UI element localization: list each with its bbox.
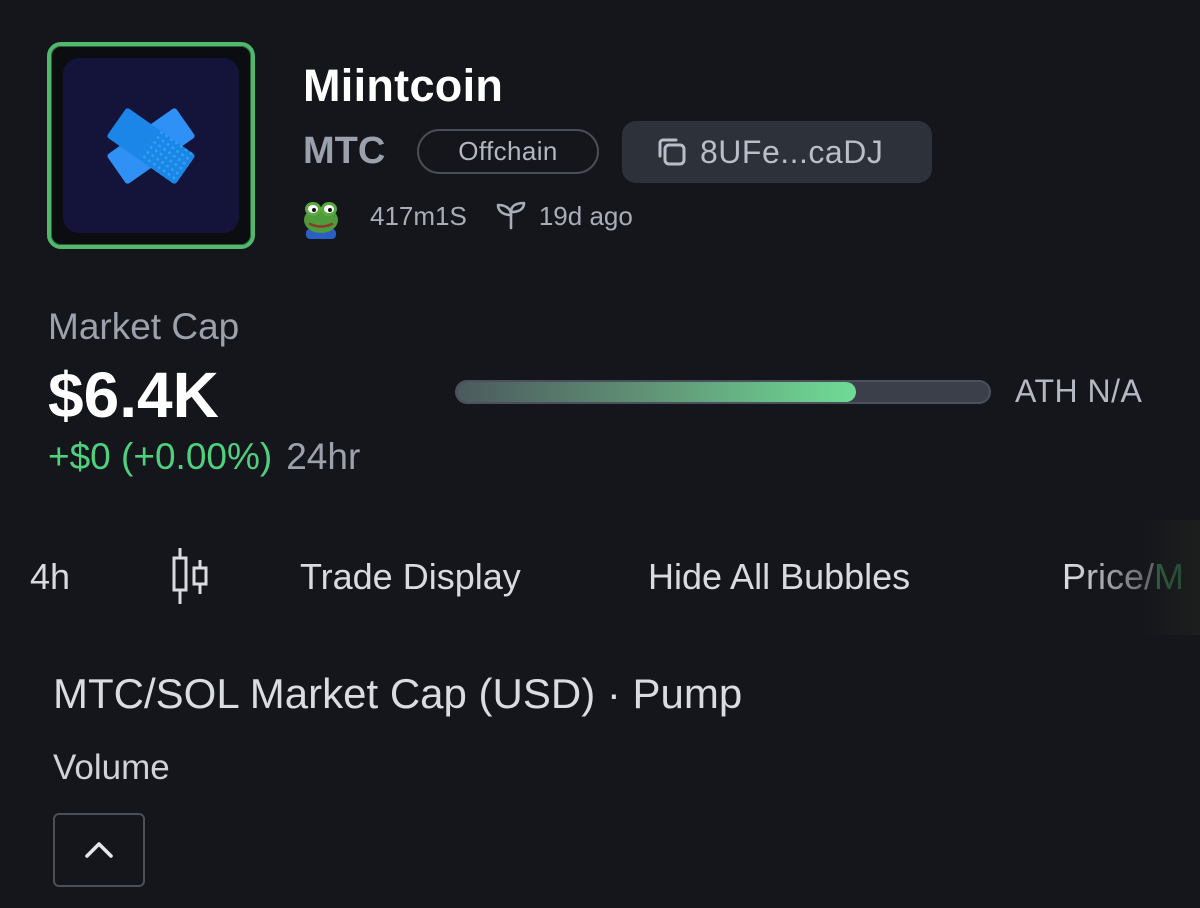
- chevron-up-icon: [85, 842, 113, 858]
- copy-icon: [654, 134, 690, 170]
- market-cap-period: 24hr: [286, 436, 361, 477]
- offchain-badge: Offchain: [417, 129, 599, 174]
- token-symbol: MTC: [303, 130, 386, 172]
- ath-label: ATH N/A: [1015, 373, 1143, 409]
- token-name: Miintcoin: [303, 60, 504, 111]
- sprout-icon: [495, 200, 527, 232]
- candlestick-button[interactable]: [168, 546, 212, 606]
- token-age: 19d ago: [538, 200, 633, 231]
- market-cap-label: Market Cap: [48, 306, 240, 347]
- price-mcap-toggle[interactable]: Price/M: [1062, 556, 1184, 598]
- collapse-volume-button[interactable]: [53, 813, 145, 887]
- price-toggle-suffix: M: [1154, 556, 1185, 597]
- token-address: 8UFe...caDJ: [700, 133, 884, 170]
- chart-toolbar: 4h Trade Display Hide All Bubbles Price/…: [0, 520, 1200, 635]
- ath-progress-bar: [455, 380, 991, 404]
- token-logo-image: [63, 58, 239, 233]
- volume-label: Volume: [53, 748, 170, 787]
- market-cap-value: $6.4K: [48, 359, 219, 431]
- chart-title: MTC/SOL Market Cap (USD) · Pump: [53, 670, 743, 717]
- candlestick-icon: [172, 548, 208, 604]
- creator-avatar[interactable]: [300, 193, 342, 239]
- interval-selector[interactable]: 4h: [30, 556, 70, 598]
- token-logo: [47, 42, 255, 249]
- price-toggle-prefix: Price/: [1062, 556, 1155, 597]
- creator-name[interactable]: 417m1S: [370, 201, 467, 232]
- copy-address-button[interactable]: 8UFe...caDJ: [622, 121, 932, 183]
- hide-all-bubbles-button[interactable]: Hide All Bubbles: [648, 556, 910, 598]
- miintcoin-logo-icon: [107, 107, 195, 184]
- frog-avatar-icon: [304, 202, 338, 239]
- market-cap-change: +$0 (+0.00%) 24hr: [48, 436, 360, 478]
- token-meta-row: 417m1S 19d ago: [300, 193, 633, 239]
- market-cap-delta: +$0 (+0.00%): [48, 436, 273, 477]
- ath-progress-fill: [457, 382, 856, 402]
- trade-display-button[interactable]: Trade Display: [300, 556, 521, 598]
